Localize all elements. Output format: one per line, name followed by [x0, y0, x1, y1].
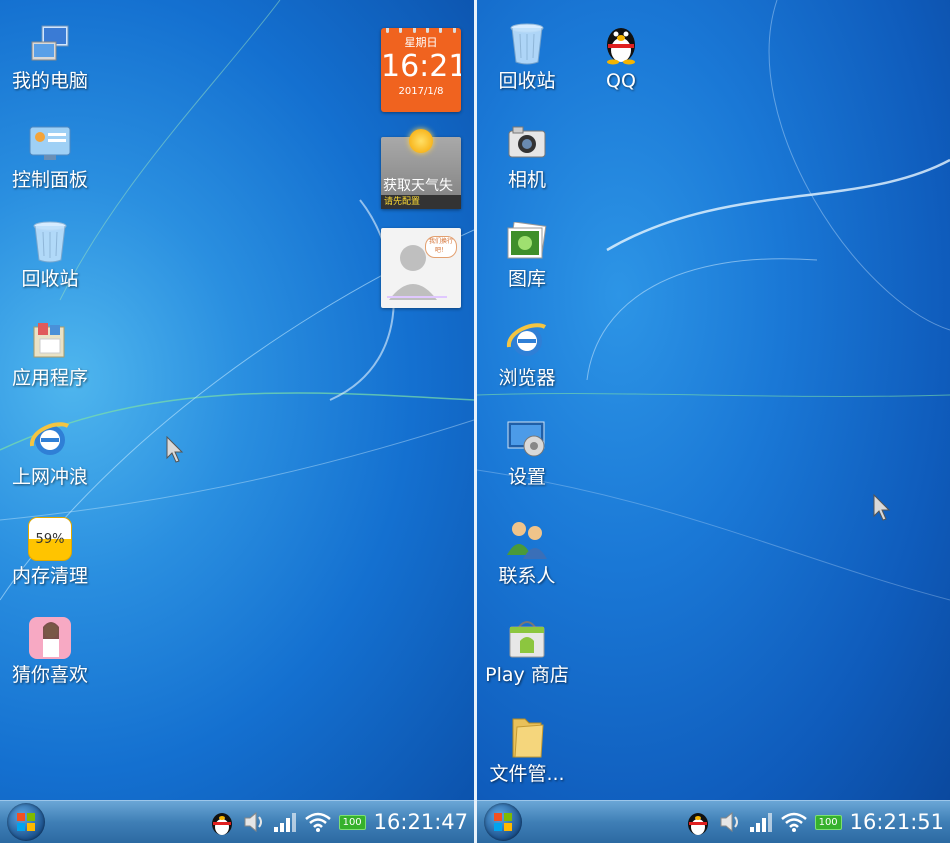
desktop-icon-my-computer[interactable]: 我的电脑 [2, 22, 98, 92]
start-button[interactable] [484, 803, 522, 841]
settings-icon [505, 418, 549, 462]
desktop-icon-file-manager[interactable]: 文件管... [479, 715, 575, 785]
weather-hint: 请先配置 [381, 195, 461, 209]
icon-label: 控制面板 [11, 169, 88, 191]
desktop-icon-gallery[interactable]: 图库 [479, 220, 575, 290]
weather-widget[interactable]: 获取天气失 请先配置 [381, 129, 461, 209]
desktop-icon-recycle-bin[interactable]: 回收站 [2, 220, 98, 290]
weather-status: 获取天气失 [383, 178, 453, 194]
icon-label: 文件管... [489, 763, 565, 785]
desktop-icon-qq[interactable]: QQ [573, 22, 669, 92]
clock-date: 2017/1/8 [398, 86, 444, 97]
folder-icon [505, 715, 549, 759]
desktop-icon-camera[interactable]: 相机 [479, 121, 575, 191]
start-button[interactable] [7, 803, 45, 841]
sun-icon [409, 129, 433, 153]
windows-logo-icon [17, 813, 35, 831]
contacts-icon [505, 517, 549, 561]
icon-label: 应用程序 [11, 367, 88, 389]
volume-icon[interactable] [719, 810, 741, 834]
icon-label: 回收站 [498, 70, 556, 92]
desktop-icon-recycle-bin[interactable]: 回收站 [479, 22, 575, 92]
clock-time: 16:21 [381, 49, 461, 84]
battery-indicator: 100 [814, 814, 842, 830]
memory-percent-badge: 59% [28, 517, 72, 561]
gallery-icon [505, 220, 549, 264]
icon-label: 图库 [507, 268, 546, 290]
taskbar-clock[interactable]: 16:21:47 [374, 810, 468, 834]
icon-label: Play 商店 [485, 664, 569, 686]
taskbar-clock[interactable]: 16:21:51 [850, 810, 944, 834]
icon-label: 浏览器 [498, 367, 556, 389]
system-tray: 100 16:21:51 [685, 801, 944, 843]
desktop-icon-control-panel[interactable]: 控制面板 [2, 121, 98, 191]
guess-you-like-icon [28, 616, 72, 660]
weekday-label: 星期日 [404, 36, 438, 49]
volume-icon[interactable] [243, 810, 265, 834]
desktop-icon-contacts[interactable]: 联系人 [479, 517, 575, 587]
icon-label: 猜你喜欢 [11, 664, 88, 686]
battery-indicator: 100 [338, 814, 366, 830]
icon-label: QQ [606, 70, 636, 92]
recycle-bin-icon [505, 22, 549, 66]
clock-calendar-widget[interactable]: 星期日 16:21 2017/1/8 [381, 28, 461, 112]
icon-label: 回收站 [21, 268, 79, 290]
qq-penguin-icon[interactable] [209, 808, 235, 836]
applications-icon [28, 319, 72, 363]
mouse-cursor-icon [166, 436, 184, 463]
ie-browser-icon [28, 418, 72, 462]
desktop-icon-browser[interactable]: 浏览器 [479, 319, 575, 389]
windows-logo-icon [494, 813, 512, 831]
wifi-icon [304, 812, 331, 832]
desktop-icon-browse-web[interactable]: 上网冲浪 [2, 418, 98, 488]
control-panel-icon [28, 121, 72, 165]
icon-label: 设置 [507, 466, 546, 488]
speech-bubble: 我们换行吧！ [425, 236, 457, 258]
icon-label: 相机 [507, 169, 546, 191]
qq-penguin-icon[interactable] [685, 808, 711, 836]
desktop-icon-applications[interactable]: 应用程序 [2, 319, 98, 389]
signal-strength-icon [749, 813, 772, 832]
mouse-cursor-icon [873, 494, 891, 521]
contact-widget[interactable]: 我们换行吧！ [381, 228, 461, 308]
icon-label: 上网冲浪 [11, 466, 88, 488]
icon-label: 内存清理 [11, 565, 88, 587]
play-store-icon [505, 616, 549, 660]
taskbar: 100 16:21:47 [0, 800, 474, 843]
system-tray: 100 16:21:47 [209, 801, 468, 843]
desktop-icon-play-store[interactable]: Play 商店 [479, 616, 575, 686]
computer-icon [28, 22, 72, 66]
desktop-icon-settings[interactable]: 设置 [479, 418, 575, 488]
right-desktop-screen: 回收站 QQ 相机 图库 浏览器 设置 联系人 Play 商店 文件管... 1… [477, 0, 950, 843]
qq-penguin-icon [599, 22, 643, 66]
taskbar: 100 16:21:51 [477, 800, 950, 843]
icon-label: 联系人 [498, 565, 556, 587]
wifi-icon [780, 812, 807, 832]
desktop-icon-memory-cleaner[interactable]: 59% 内存清理 [2, 517, 98, 587]
camera-icon [505, 121, 549, 165]
calendar-rings [381, 28, 461, 33]
memory-cleaner-icon: 59% [28, 517, 72, 561]
left-desktop-screen: 我的电脑 控制面板 回收站 应用程序 上网冲浪 59% 内存清理 猜你喜欢 星期… [0, 0, 474, 843]
signal-strength-icon [273, 813, 296, 832]
ie-browser-icon [505, 319, 549, 363]
icon-label: 我的电脑 [11, 70, 88, 92]
recycle-bin-icon [28, 220, 72, 264]
desktop-icon-guess-you-like[interactable]: 猜你喜欢 [2, 616, 98, 686]
